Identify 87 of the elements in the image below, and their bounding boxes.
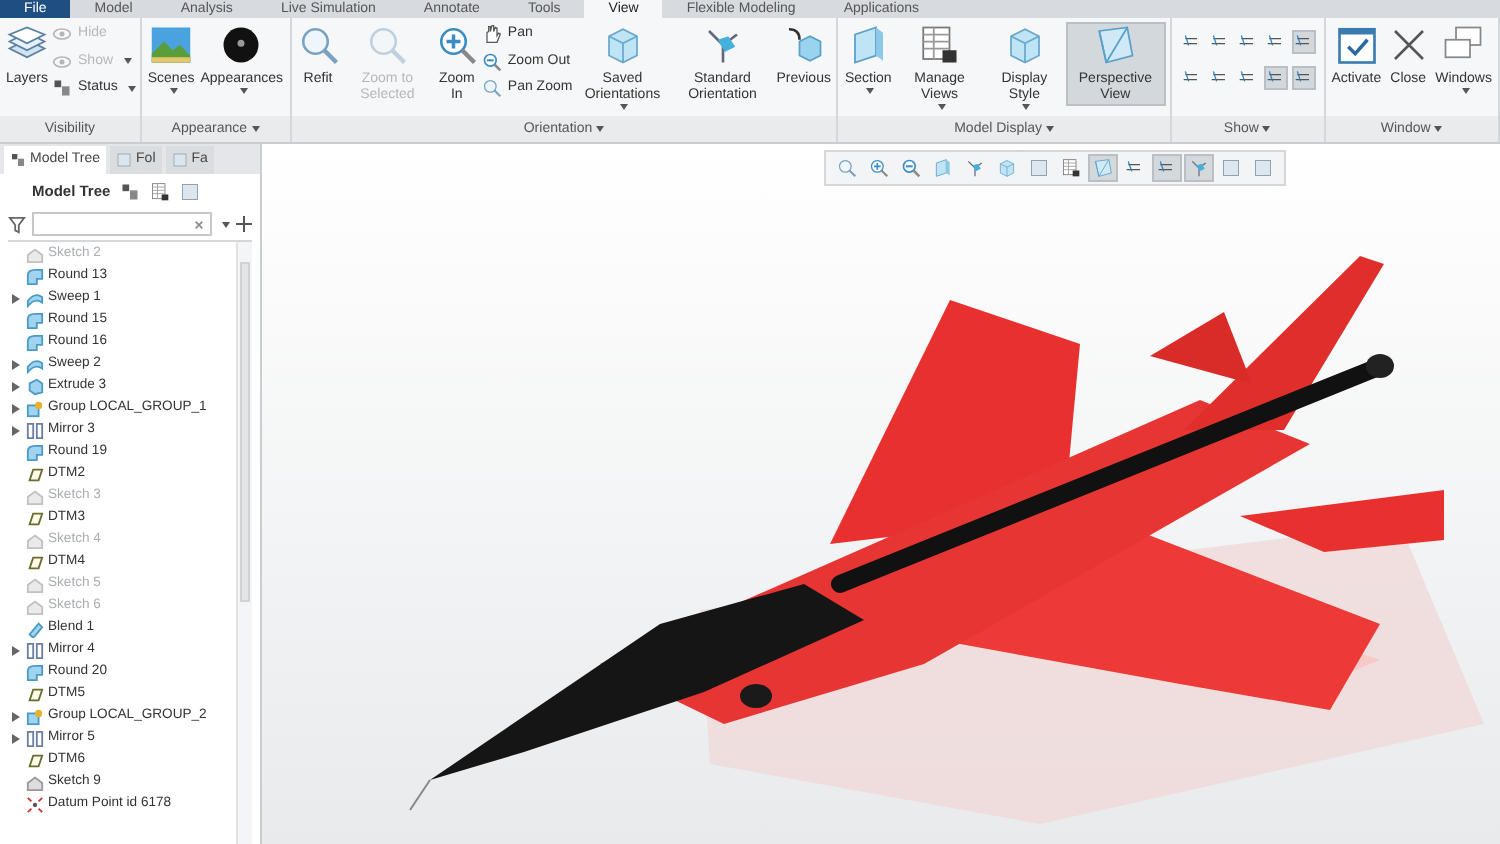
sketch-icon [26,246,44,264]
caret-icon [239,88,248,94]
expand-icon[interactable] [11,712,19,722]
sketch-icon [26,774,44,792]
eye-icon [52,51,73,72]
landscape-icon [150,24,193,66]
section-icon [932,158,954,178]
mirror-icon [26,422,44,440]
square-icon [1252,158,1274,178]
toolbar-button[interactable] [120,181,141,201]
caret-icon [620,104,629,110]
eye-icon [52,24,73,45]
sketch-icon [26,488,44,506]
datum-plane-icon [26,510,44,528]
caret-icon [1046,125,1055,132]
datum-point-icon [26,796,44,814]
round-feature-icon [26,444,44,462]
display-toggle-button[interactable] [1263,66,1288,90]
axes-icon [964,158,986,178]
caret-icon [222,221,230,227]
group-icon [26,708,44,726]
magnifier-icon [481,78,502,99]
mirror-icon [26,642,44,660]
table-camera-icon [150,181,171,201]
caret-icon [251,125,260,132]
filter-icon[interactable] [8,215,26,233]
expand-icon[interactable] [11,382,19,392]
magnifier-icon [297,24,339,66]
sweep-feature-icon [26,356,44,374]
round-feature-icon [26,664,44,682]
square-icon [180,181,201,201]
caret-icon [596,125,605,132]
datum-plane-icon [26,686,44,704]
zoom-in-icon [435,24,478,66]
square-icon [1028,158,1050,178]
toolbar-button[interactable] [150,181,171,201]
group-icon [26,400,44,418]
caret-icon [1434,125,1443,132]
expand-icon[interactable] [11,294,19,304]
hand-icon [481,24,502,45]
magnifier-icon [366,24,409,66]
sphere-icon [220,24,263,66]
datum-plane-icon [26,554,44,572]
expand-icon[interactable] [11,404,19,414]
caret-icon [123,58,132,65]
caret-icon [937,104,946,110]
status-icon [10,152,26,168]
caret-icon [1022,104,1031,110]
expand-icon[interactable] [11,360,19,370]
perspective-icon [1094,24,1137,66]
datum-plane-icon [26,752,44,770]
scrollbar[interactable] [236,242,252,844]
checkbox-window-icon [1335,24,1378,66]
caret-icon [1461,88,1470,94]
caret-icon [1262,125,1271,132]
zoom-in-icon [868,158,890,178]
axes-icon [1188,158,1210,178]
add-icon[interactable] [236,216,252,232]
table-camera-icon [918,24,961,66]
sweep-feature-icon [26,290,44,308]
expand-icon[interactable] [11,646,19,656]
round-feature-icon [26,268,44,286]
magnifier-icon [836,158,858,178]
caret-icon [866,88,875,94]
caret-icon [169,88,178,94]
display-toggle-button[interactable] [1291,30,1316,54]
display-toggle-button[interactable] [1291,66,1316,90]
square-icon [171,152,188,168]
table-camera-icon [1060,158,1082,178]
cube-icon [996,158,1018,178]
status-icon [52,78,73,99]
clear-icon[interactable] [194,219,204,229]
perspective-icon [1092,158,1114,178]
status-icon [120,181,141,201]
zoom-out-icon [481,51,502,72]
zoom-out-icon [900,158,922,178]
extrude-feature-icon [26,378,44,396]
caret-icon [127,85,136,92]
expand-icon[interactable] [11,734,19,744]
datum-plane-icon [26,466,44,484]
sketch-icon [26,532,44,550]
search-field[interactable] [32,212,212,236]
blend-feature-icon [26,620,44,638]
square-icon [1220,158,1242,178]
square-icon [116,152,133,168]
expand-icon[interactable] [11,426,19,436]
mirror-icon [26,730,44,748]
